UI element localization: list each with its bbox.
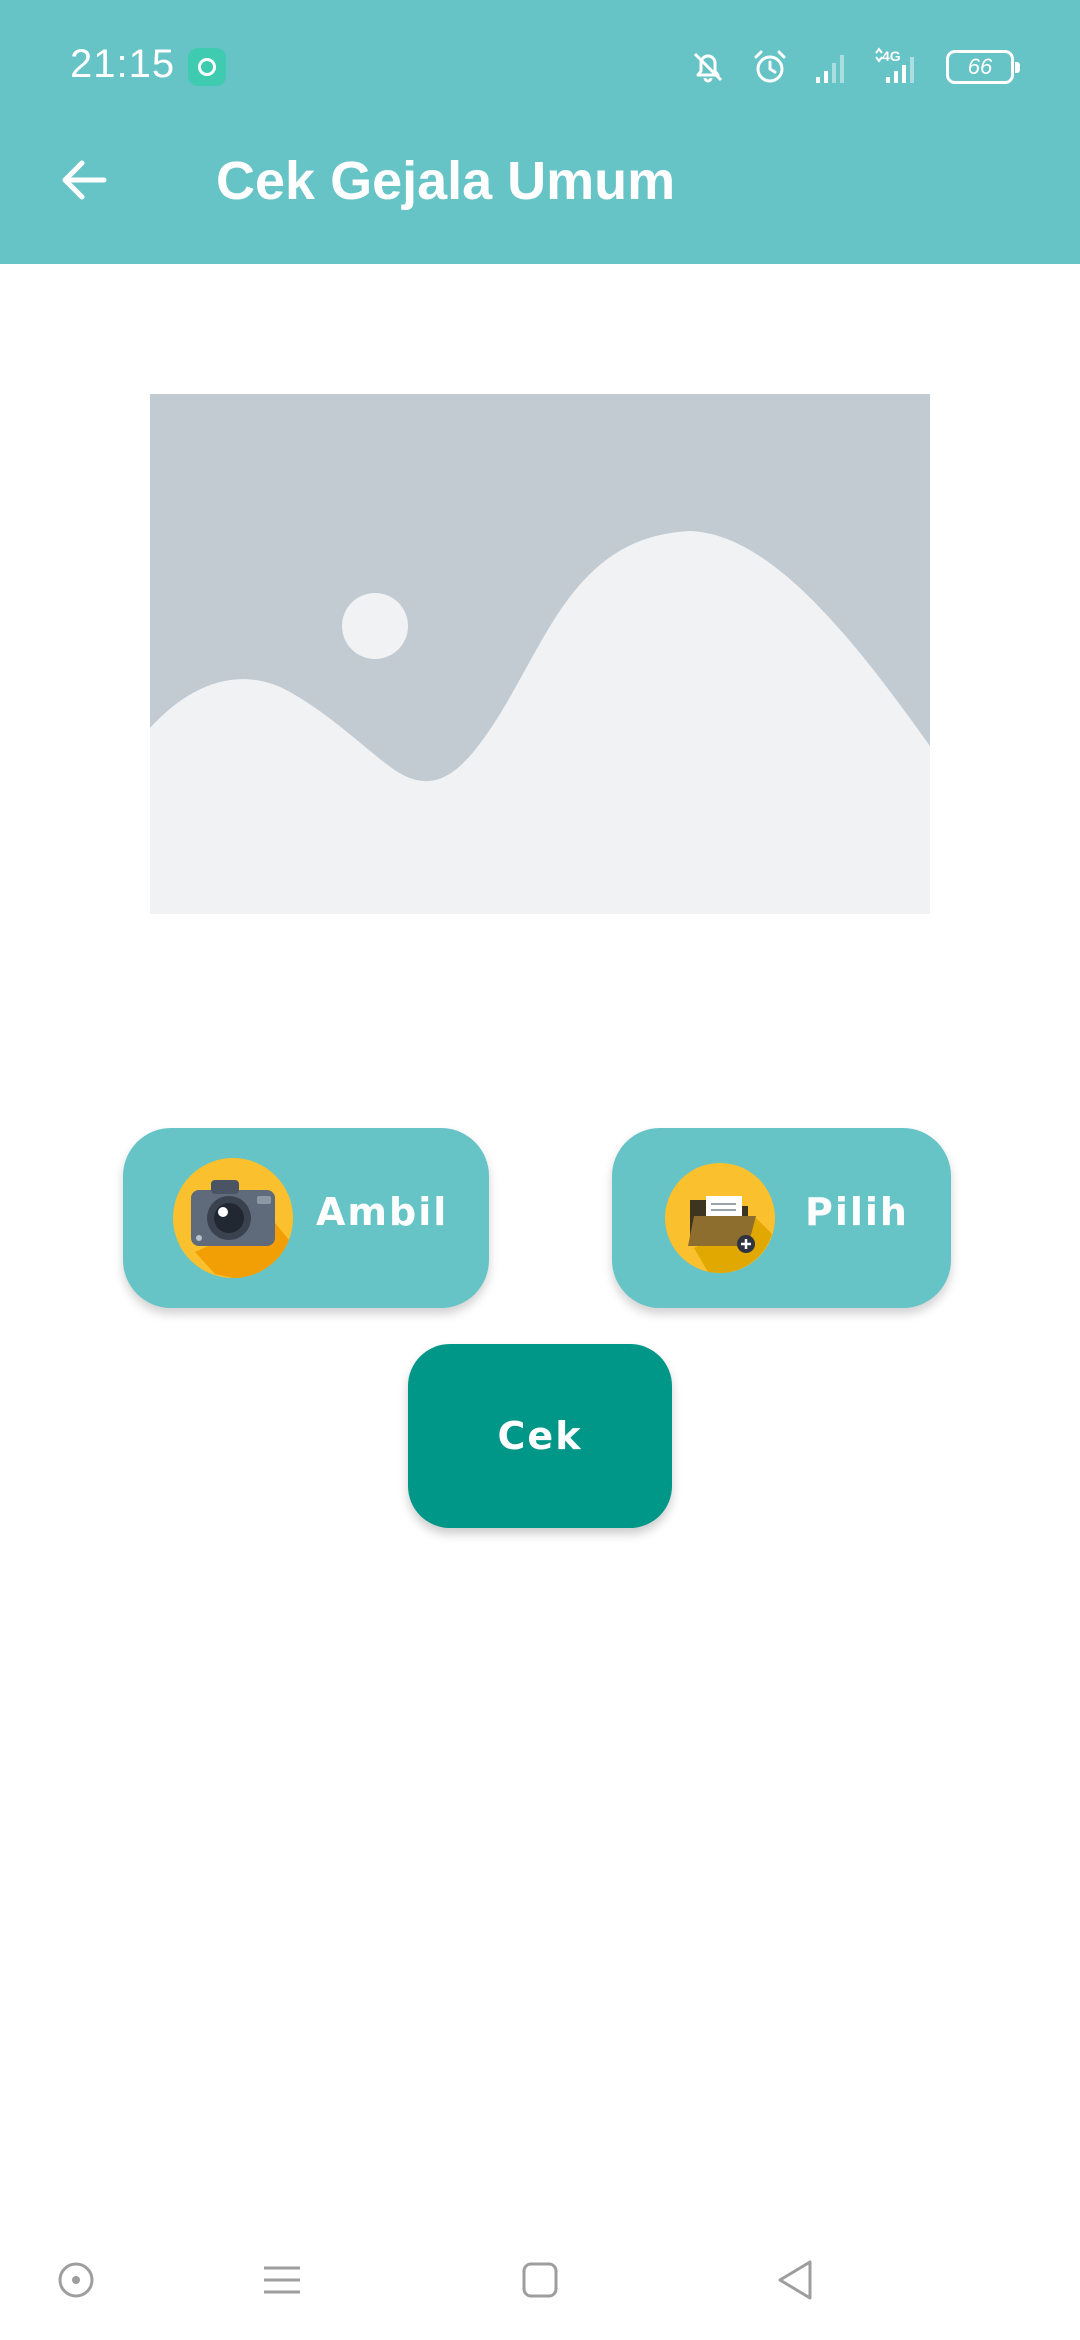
page-title: Cek Gejala Umum bbox=[216, 151, 676, 211]
signal-4g-icon: 4G bbox=[875, 47, 914, 83]
cek-button[interactable]: Cek bbox=[408, 1344, 672, 1528]
network-label: 4G bbox=[882, 48, 901, 64]
app-header: 21:15 4G 66 Cek Gejala Umum bbox=[0, 0, 1080, 264]
notification-app-icon bbox=[188, 48, 226, 86]
nav-back-button[interactable] bbox=[756, 2240, 836, 2320]
nav-home-button[interactable] bbox=[500, 2240, 580, 2320]
back-button[interactable] bbox=[48, 144, 120, 216]
menu-lines-icon bbox=[264, 2266, 300, 2294]
status-time: 21:15 bbox=[70, 42, 176, 86]
cek-label: Cek bbox=[497, 1414, 583, 1458]
triangle-back-icon bbox=[778, 2260, 812, 2300]
sun-circle bbox=[342, 593, 408, 659]
status-bar: 21:15 4G 66 bbox=[0, 0, 1080, 132]
arrow-left-icon bbox=[62, 160, 107, 200]
status-icons: 4G 66 bbox=[686, 44, 1020, 90]
image-placeholder[interactable] bbox=[150, 394, 930, 914]
signal-weak-icon bbox=[816, 55, 844, 83]
ambil-button[interactable]: Ambil bbox=[123, 1128, 489, 1308]
pilih-button[interactable]: Pilih bbox=[612, 1128, 951, 1308]
nav-assistant-button[interactable] bbox=[36, 2240, 116, 2320]
nav-menu-button[interactable] bbox=[242, 2240, 322, 2320]
square-home-icon bbox=[522, 2262, 558, 2298]
battery-indicator: 66 bbox=[946, 50, 1020, 84]
circle-dot-icon bbox=[58, 2262, 94, 2298]
alarm-icon bbox=[754, 50, 786, 83]
system-nav-bar bbox=[0, 2220, 1080, 2340]
folder-icon bbox=[665, 1163, 775, 1273]
ambil-label: Ambil bbox=[316, 1190, 449, 1234]
bell-off-icon bbox=[693, 52, 723, 83]
pilih-label: Pilih bbox=[805, 1190, 909, 1234]
camera-icon bbox=[173, 1158, 293, 1279]
